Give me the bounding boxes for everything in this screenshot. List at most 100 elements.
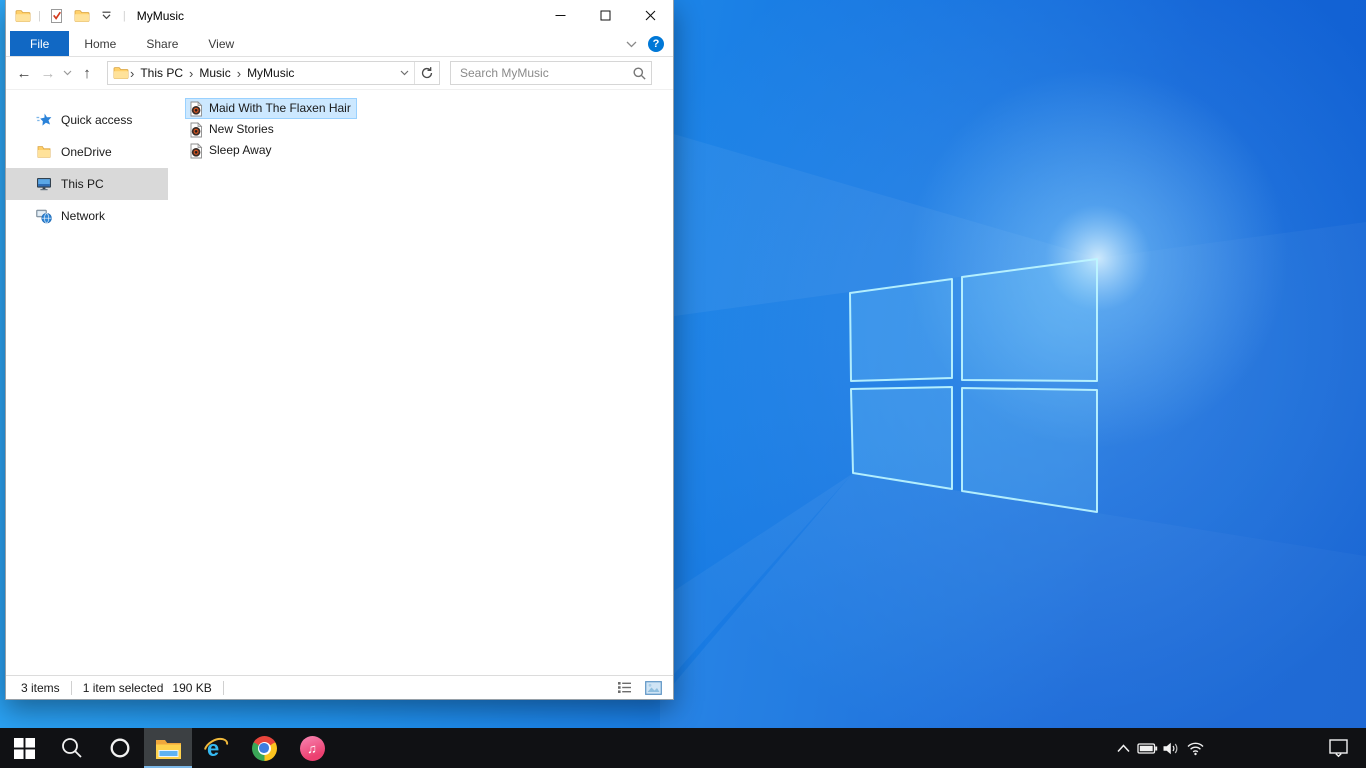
qat-separator: | — [122, 9, 126, 22]
chrome-icon — [251, 735, 277, 761]
status-separator — [222, 680, 224, 695]
new-folder-button[interactable] — [73, 6, 91, 26]
chevron-up-icon — [1116, 744, 1130, 753]
quick-access-star-icon — [36, 113, 52, 126]
search-button[interactable] — [627, 66, 651, 81]
file-name: New Stories — [209, 122, 274, 136]
sidebar-item-label: Quick access — [61, 113, 133, 127]
chevron-down-icon — [626, 41, 637, 47]
new-folder-icon — [74, 9, 90, 22]
large-icons-view-button[interactable] — [642, 679, 664, 697]
address-folder-icon — [113, 67, 129, 79]
file-row-sleep-away[interactable]: Sleep Away — [185, 140, 278, 161]
titlebar: | | MyMusic — [6, 0, 673, 31]
chevron-down-icon — [400, 70, 408, 76]
details-view-icon — [617, 682, 631, 693]
large-icons-view-icon — [644, 680, 662, 695]
sidebar-item-label: This PC — [61, 177, 104, 191]
tab-view[interactable]: View — [193, 31, 249, 56]
this-pc-monitor-icon — [37, 178, 51, 191]
item-count: 3 items — [21, 680, 60, 695]
internet-explorer-button[interactable]: e — [192, 728, 240, 768]
file-explorer-window: | | MyMusic File Home Share View ? ← → ↑… — [5, 0, 674, 700]
customize-dropdown-icon — [102, 11, 111, 19]
properties-button[interactable] — [48, 6, 66, 26]
internet-explorer-icon: e — [204, 736, 229, 761]
cortana-button[interactable] — [96, 728, 144, 768]
sidebar-item-label: OneDrive — [61, 145, 112, 159]
close-button[interactable] — [628, 0, 673, 31]
navigation-pane: Quick access OneDrive This PC Network — [6, 90, 168, 675]
tray-volume-button[interactable] — [1159, 728, 1183, 768]
battery-icon — [1136, 742, 1157, 754]
circle-ring-icon — [110, 738, 130, 758]
wifi-icon — [1187, 742, 1203, 756]
selection-size: 190 KB — [172, 680, 212, 695]
network-globe-icon — [36, 209, 52, 224]
expand-ribbon-button[interactable] — [626, 37, 637, 51]
chevron-down-icon — [63, 70, 72, 76]
chrome-button[interactable] — [240, 728, 288, 768]
magnifier-icon — [62, 738, 82, 758]
search-box — [450, 61, 652, 85]
music-note-glyph: ♫ — [307, 740, 317, 756]
maximize-button[interactable] — [583, 0, 628, 31]
customize-qat-button[interactable] — [98, 6, 116, 26]
itunes-button[interactable]: ♫ — [288, 728, 336, 768]
sidebar-item-label: Network — [61, 209, 106, 223]
tray-battery-button[interactable] — [1135, 728, 1159, 768]
help-button[interactable]: ? — [648, 35, 664, 52]
up-button[interactable]: ↑ — [75, 60, 99, 86]
address-bar[interactable]: › This PC › Music › MyMusic — [107, 61, 440, 85]
tab-share[interactable]: Share — [131, 31, 193, 56]
back-button[interactable]: ← — [12, 60, 36, 86]
qat-separator: | — [38, 9, 41, 22]
tab-home[interactable]: Home — [69, 31, 131, 56]
details-view-button[interactable] — [613, 679, 635, 697]
itunes-icon: ♫ — [299, 735, 325, 761]
file-row-maid-with-the-flaxen-hair[interactable]: Maid With The Flaxen Hair — [185, 98, 357, 119]
file-name: Maid With The Flaxen Hair — [209, 101, 351, 115]
minimize-icon — [555, 15, 566, 16]
taskbar: e ♫ — [0, 728, 1366, 768]
music-file-icon — [190, 142, 203, 158]
start-button[interactable] — [0, 728, 48, 768]
sidebar-item-quick-access[interactable]: Quick access — [6, 104, 168, 136]
file-row-new-stories[interactable]: New Stories — [185, 119, 280, 140]
search-input[interactable] — [451, 66, 627, 80]
taskbar-search-button[interactable] — [48, 728, 96, 768]
window-folder-icon — [15, 9, 31, 22]
navigation-toolbar: ← → ↑ › This PC › Music › MyMusic — [6, 57, 673, 90]
volume-icon — [1163, 742, 1178, 754]
window-controls — [538, 0, 673, 31]
status-bar: 3 items 1 item selected 190 KB — [6, 675, 673, 699]
refresh-icon — [421, 67, 433, 79]
onedrive-folder-icon — [37, 146, 51, 158]
breadcrumb-mymusic[interactable]: MyMusic — [242, 66, 299, 80]
music-file-icon — [190, 100, 203, 116]
forward-button[interactable]: → — [36, 60, 60, 86]
sidebar-item-network[interactable]: Network — [6, 200, 168, 232]
address-dropdown-button[interactable] — [394, 62, 414, 84]
search-icon — [632, 66, 646, 80]
minimize-button[interactable] — [538, 0, 583, 31]
explorer-folder-icon — [155, 739, 181, 759]
ribbon-tab-bar: File Home Share View ? — [6, 31, 673, 57]
refresh-button[interactable] — [415, 62, 439, 84]
music-file-icon — [190, 121, 203, 137]
taskbar-file-explorer-button[interactable] — [144, 728, 192, 768]
status-separator — [70, 680, 72, 695]
action-center-icon — [1329, 738, 1348, 757]
close-icon — [645, 10, 656, 21]
tab-file[interactable]: File — [10, 31, 70, 56]
quick-access-toolbar: | | MyMusic — [15, 6, 184, 26]
sidebar-item-onedrive[interactable]: OneDrive — [6, 136, 168, 168]
sidebar-item-this-pc[interactable]: This PC — [6, 168, 168, 200]
breadcrumb-this-pc[interactable]: This PC — [135, 66, 188, 80]
action-center-button[interactable] — [1319, 728, 1359, 768]
breadcrumb-music[interactable]: Music — [194, 66, 235, 80]
tray-show-hidden-icons-button[interactable] — [1111, 728, 1135, 768]
file-list: Maid With The Flaxen Hair New Stories Sl… — [168, 90, 673, 675]
recent-locations-button[interactable] — [60, 60, 75, 86]
tray-wifi-button[interactable] — [1183, 728, 1207, 768]
